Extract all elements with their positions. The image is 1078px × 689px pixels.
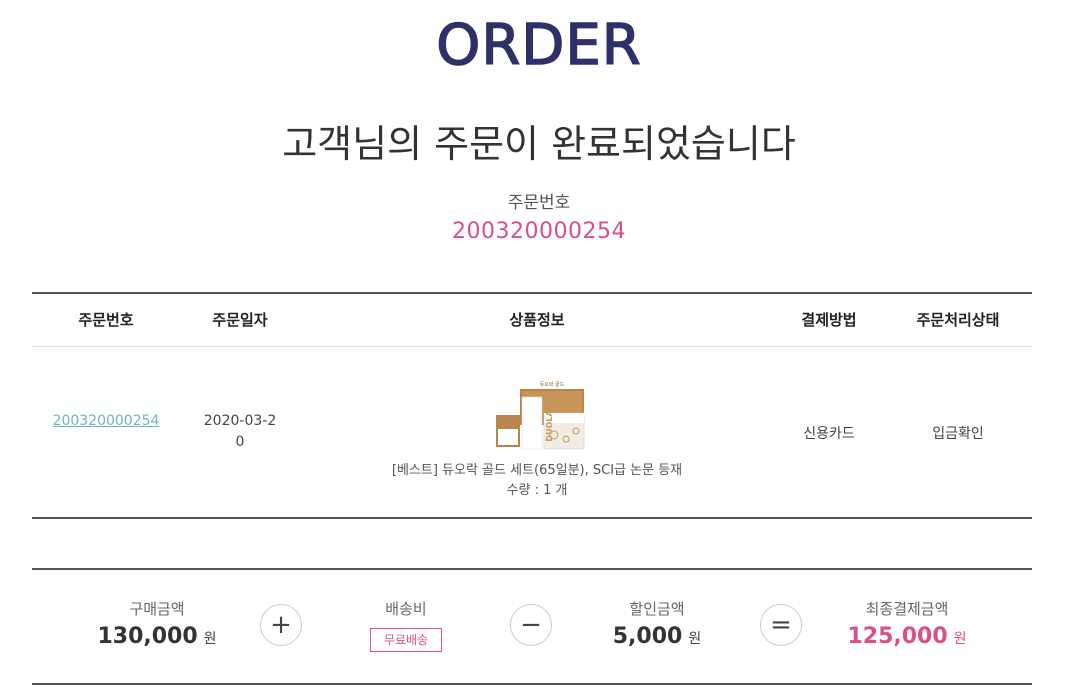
col-header-order-status: 주문처리상태 (916, 311, 1000, 329)
quantity-label: 수량 : (506, 483, 544, 498)
col-header-order-date: 주문일자 (212, 311, 268, 329)
order-number-cell: 200320000254 (32, 411, 180, 432)
order-status: 입금확인 (932, 426, 984, 442)
product-image-side-text: DUOLAC (545, 404, 554, 441)
purchase-amount-label: 구매금액 (129, 600, 185, 618)
final-amount: 125,000 원 (822, 624, 992, 649)
final-amount-label: 최종결제금액 (865, 600, 949, 618)
discount-amount-value: 5,000 (612, 624, 683, 649)
quantity-value: 1 개 (543, 483, 568, 498)
free-shipping-badge: 무료배송 (370, 628, 442, 652)
product-image-box-text: 듀오락 골드 (540, 381, 565, 388)
final-amount-value: 125,000 (847, 624, 948, 649)
col-header-payment-method: 결제방법 (801, 311, 857, 329)
order-date-cell: 2020-03-20 (180, 411, 300, 453)
order-number-value: 200320000254 (452, 219, 626, 244)
order-number-link[interactable]: 200320000254 (51, 411, 161, 432)
order-logo: ORDER (436, 12, 642, 79)
discount-amount-label: 할인금액 (629, 600, 685, 618)
purchase-amount-value: 130,000 (97, 624, 198, 649)
currency-unit: 원 (953, 631, 967, 647)
product-image[interactable]: 듀오락 골드 DUOLAC (492, 377, 588, 451)
order-date: 2020-03-20 (203, 413, 277, 450)
shipping-fee-label: 배송비 (385, 600, 427, 618)
order-table: 주문번호 주문일자 상품정보 결제방법 주문처리상태 200320000254 … (32, 292, 1032, 519)
product-info-cell: 듀오락 골드 DUOLAC [베스트] 듀오락 골드 세트(65일분), SCI… (300, 347, 774, 517)
payment-summary: 구매금액 130,000 원 + 배송비 무료배송 − 할인금액 5,000 원 =… (32, 568, 1032, 685)
col-header-product-info: 상품정보 (509, 311, 565, 329)
equals-icon: = (760, 604, 802, 646)
plus-icon: + (260, 604, 302, 646)
product-name[interactable]: [베스트] 듀오락 골드 세트(65일분), SCI급 논문 등재 (300, 461, 774, 481)
product-quantity: 수량 : 1 개 (300, 481, 774, 501)
order-table-header: 주문번호 주문일자 상품정보 결제방법 주문처리상태 (32, 294, 1032, 347)
discount-amount: 5,000 원 (572, 624, 742, 649)
purchase-amount: 130,000 원 (72, 624, 242, 649)
completion-headline: 고객님의 주문이 완료되었습니다 (282, 122, 796, 166)
payment-method: 신용카드 (803, 426, 855, 442)
minus-icon: − (510, 604, 552, 646)
currency-unit: 원 (688, 631, 702, 647)
table-row: 200320000254 2020-03-20 듀오락 골드 DUOLAC [베… (32, 347, 1032, 517)
currency-unit: 원 (203, 631, 217, 647)
order-number-label: 주문번호 (507, 193, 571, 213)
col-header-order-number: 주문번호 (78, 311, 134, 329)
